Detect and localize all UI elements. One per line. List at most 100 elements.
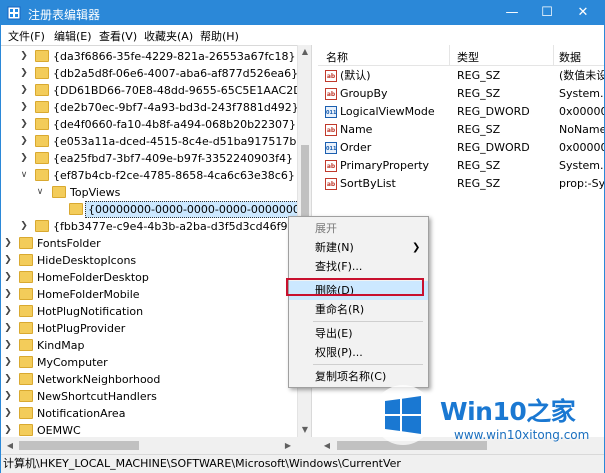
scroll-up-icon[interactable]: ▲ [298,45,312,59]
chevron-right-icon[interactable]: ❯ [3,269,13,286]
value-row[interactable]: ab GroupBy REG_SZ System.S [318,85,604,103]
menu-file[interactable]: 文件(F) [8,28,45,44]
value-type: REG_DWORD [457,105,530,118]
value-row[interactable]: ab (默认) REG_SZ (数值未设 [318,67,604,85]
maximize-button[interactable]: ☐ [529,1,565,25]
value-name: PrimaryProperty [340,159,430,172]
tree-node-label: KindMap [37,339,85,352]
registry-editor-icon [7,6,21,20]
status-bar: 计算机\HKEY_LOCAL_MACHINE\SOFTWARE\Microsof… [1,454,604,473]
menu-item-permissions[interactable]: 权限(P)... [289,343,428,362]
chevron-right-icon[interactable]: ❯ [3,371,13,388]
menu-item-label: 新建(N) [315,241,354,254]
value-row[interactable]: 011 LogicalViewMode REG_DWORD 0x000000 [318,103,604,121]
chevron-right-icon[interactable]: ❯ [3,252,13,269]
folder-icon [19,424,33,436]
chevron-right-icon[interactable]: ❯ [3,388,13,405]
chevron-right-icon[interactable]: ❯ [3,405,13,422]
folder-icon [69,203,83,215]
folder-icon [19,373,33,385]
chevron-right-icon[interactable]: ❯ [19,116,29,133]
chevron-right-icon[interactable]: ❯ [19,82,29,99]
chevron-right-icon[interactable]: ❯ [3,354,13,371]
scroll-right-icon[interactable]: ▶ [281,439,295,452]
value-data: (数值未设 [559,69,604,82]
menu-favorites[interactable]: 收藏夹(A) [144,28,193,44]
column-header-name[interactable]: 名称 [326,49,348,65]
string-value-icon: ab [325,88,337,100]
value-row[interactable]: ab SortByList REG_SZ prop:-Sy [318,175,604,193]
value-row[interactable]: ab Name REG_SZ NoName [318,121,604,139]
value-type: REG_SZ [457,69,501,82]
value-type: REG_SZ [457,177,501,190]
chevron-right-icon[interactable]: ❯ [3,320,13,337]
chevron-down-icon[interactable]: ∨ [35,184,45,201]
value-row[interactable]: ab PrimaryProperty REG_SZ System.S [318,157,604,175]
chevron-right-icon[interactable]: ❯ [19,218,29,235]
tree-node-label: MyComputer [37,356,108,369]
menu-item-export[interactable]: 导出(E) [289,324,428,343]
menu-item-find[interactable]: 查找(F)... [289,257,428,276]
scroll-left-icon[interactable]: ◀ [3,439,17,452]
chevron-right-icon[interactable]: ❯ [19,48,29,65]
windows-logo-icon [373,385,433,445]
tree-node-label: FontsFolder [37,237,101,250]
minimize-button[interactable]: — [494,1,530,25]
tree-node-label: {ef87b4cb-f2ce-4785-8658-4ca6c63e38c6} [53,169,295,182]
chevron-right-icon[interactable]: ❯ [19,150,29,167]
folder-icon [19,288,33,300]
context-menu: 展开 新建(N) ❯ 查找(F)... 删除(D) 重命名(R) 导出(E) 权… [288,216,429,388]
folder-icon [19,271,33,283]
folder-icon [19,237,33,249]
scroll-down-icon[interactable]: ▼ [298,423,312,437]
key-tree-pane: ❯ {da3f6866-35fe-4229-821a-26553a67fc18}… [1,45,311,455]
menu-item-label: 重命名(R) [315,303,365,316]
menu-item-new[interactable]: 新建(N) ❯ [289,238,428,257]
value-row[interactable]: 011 Order REG_DWORD 0x000000 [318,139,604,157]
chevron-right-icon[interactable]: ❯ [3,303,13,320]
chevron-right-icon[interactable]: ❯ [3,286,13,303]
string-value-icon: ab [325,70,337,82]
menu-item-rename[interactable]: 重命名(R) [289,300,428,319]
tree-node-label: NetworkNeighborhood [37,373,161,386]
chevron-right-icon[interactable]: ❯ [3,235,13,252]
value-name: SortByList [340,177,396,190]
menu-view[interactable]: 查看(V) [99,28,137,44]
chevron-down-icon[interactable]: ∨ [19,167,29,184]
column-separator[interactable] [553,45,554,65]
scroll-left-icon[interactable]: ◀ [320,439,334,452]
tree-node-label: TopViews [70,186,121,199]
folder-icon [19,305,33,317]
value-type: REG_DWORD [457,141,530,154]
folder-icon [35,118,49,130]
tree-node-label: {e053a11a-dced-4515-8c4e-d51ba917517b} [53,135,304,148]
close-button[interactable]: ✕ [565,1,601,25]
tree-node-label: {ea25fbd7-3bf7-409e-b97f-3352240903f4} [53,152,293,165]
menu-edit[interactable]: 编辑(E) [54,28,92,44]
tree-scroll-thumb[interactable] [19,441,139,450]
tree-node-label: {de4f0660-fa10-4b8f-a494-068b20b22307} [53,118,297,131]
tree-node-label: NewShortcutHandlers [37,390,157,403]
column-header-type[interactable]: 类型 [457,49,479,65]
menu-item-expand[interactable]: 展开 [289,219,428,238]
chevron-right-icon[interactable]: ❯ [3,337,13,354]
menu-help[interactable]: 帮助(H) [200,28,239,44]
menu-separator [313,364,423,365]
chevron-right-icon[interactable]: ❯ [19,65,29,82]
menu-item-label: 展开 [315,222,337,235]
folder-icon [35,152,49,164]
menu-item-label: 权限(P)... [315,346,363,359]
window-title: 注册表编辑器 [28,8,101,22]
value-name: (默认) [340,69,371,82]
tree-node-label: {de2b70ec-9bf7-4a93-bd3d-243f7881d492} [53,101,299,114]
value-name: GroupBy [340,87,388,100]
column-separator[interactable] [449,45,450,65]
folder-icon [35,135,49,147]
column-header-data[interactable]: 数据 [559,49,581,65]
chevron-right-icon[interactable]: ❯ [19,133,29,150]
value-type: REG_SZ [457,87,501,100]
value-name: LogicalViewMode [340,105,435,118]
value-data: System.S [559,159,604,172]
tree-node-label: {DD61BD66-70E8-48dd-9655-65C5E1AAC2D1} [53,84,311,97]
chevron-right-icon[interactable]: ❯ [19,99,29,116]
